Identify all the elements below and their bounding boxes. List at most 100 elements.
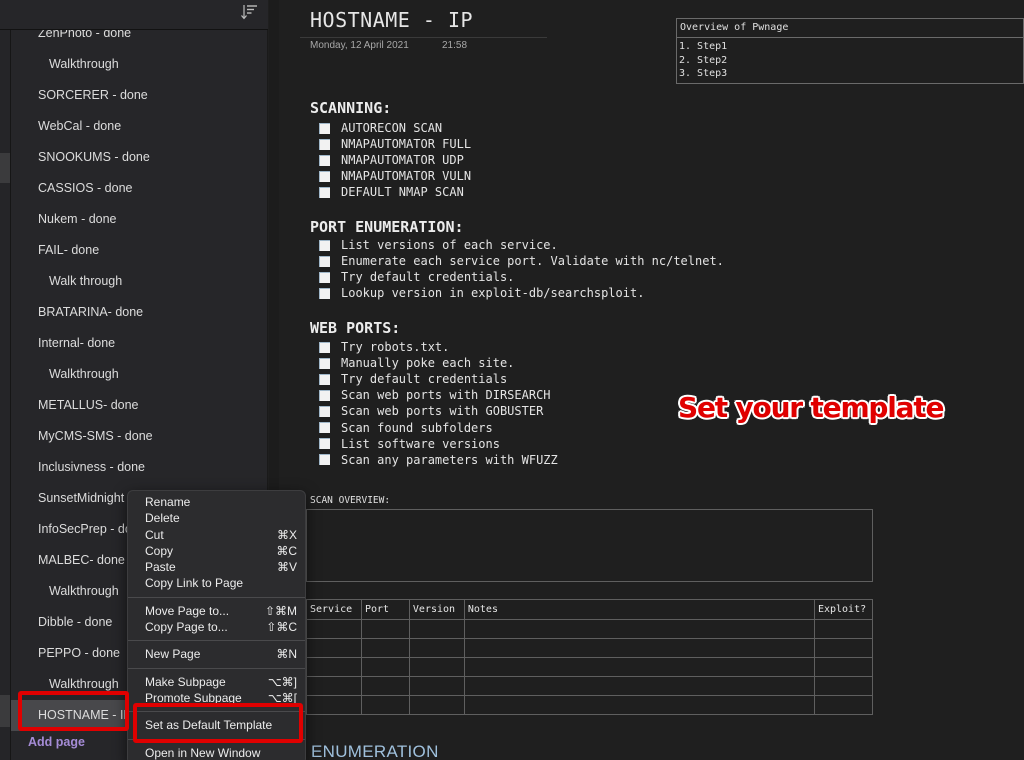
table-cell[interactable] (408, 695, 465, 715)
table-cell[interactable] (813, 695, 874, 715)
table-cell[interactable] (813, 619, 874, 639)
highlight-box-selected-page (18, 691, 129, 731)
table-cell[interactable] (306, 695, 362, 715)
menu-item-copy-link-to-page[interactable]: Copy Link to Page (128, 575, 305, 591)
sidebar-page-snookums-done[interactable]: SNOOKUMS - done (11, 142, 268, 173)
scan-overview-label: SCAN OVERVIEW: (310, 495, 391, 506)
menu-item-open-in-new-window[interactable]: Open in New Window (128, 745, 305, 760)
menu-item-rename[interactable]: Rename (128, 494, 305, 510)
checkbox[interactable] (319, 389, 330, 401)
table-cell[interactable] (813, 657, 874, 677)
checkbox[interactable] (319, 405, 330, 417)
table-cell[interactable] (360, 638, 410, 658)
menu-item-copy-page-to[interactable]: Copy Page to... ⇧⌘C (128, 619, 305, 635)
table-cell[interactable] (306, 619, 362, 639)
checklist-item-label: NMAPAUTOMATOR VULN (341, 169, 472, 184)
page-date: Monday, 12 April 2021 (310, 40, 409, 51)
checkbox[interactable] (319, 373, 330, 385)
sidebar-page-bratarina-done[interactable]: BRATARINA- done (11, 297, 268, 328)
checklist-item-label: NMAPAUTOMATOR FULL (341, 137, 472, 152)
menu-item-delete[interactable]: Delete (128, 510, 305, 526)
table-cell[interactable] (306, 676, 362, 696)
checkbox[interactable] (319, 186, 330, 198)
menu-item-make-subpage[interactable]: Make Subpage ⌥⌘] (128, 674, 305, 690)
checkbox[interactable] (319, 154, 330, 166)
highlight-box-default-template (133, 703, 303, 743)
sidebar-page-sorcerer-done[interactable]: SORCERER - done (11, 80, 268, 111)
sidebar-page-inclusivness-done[interactable]: Inclusivness - done (11, 452, 268, 483)
table-cell[interactable] (360, 657, 410, 677)
table-cell[interactable] (408, 657, 465, 677)
checkbox[interactable] (319, 170, 330, 182)
checkbox[interactable] (319, 271, 330, 283)
sidebar-page-internal-done[interactable]: Internal- done (11, 328, 268, 359)
section-heading-scanning: SCANNING: (310, 99, 392, 117)
header-service: Service (306, 599, 362, 620)
checkbox[interactable] (319, 357, 330, 369)
table-cell[interactable] (306, 657, 362, 677)
sidebar-page-walk-through[interactable]: Walk through (11, 266, 268, 297)
checkbox[interactable] (319, 122, 330, 134)
title-divider (300, 37, 547, 38)
table-cell[interactable] (463, 638, 815, 658)
sidebar-page-metallus-done[interactable]: METALLUS- done (11, 390, 268, 421)
add-page-button[interactable]: Add page (28, 735, 85, 749)
notebook-strip-selection[interactable] (0, 153, 10, 183)
checkbox[interactable] (319, 341, 330, 353)
table-cell[interactable] (408, 638, 465, 658)
sidebar-page-webcal-done[interactable]: WebCal - done (11, 111, 268, 142)
sidebar-page-fail-done[interactable]: FAIL- done (11, 235, 268, 266)
checklist-item: Scan web ports with GOBUSTER (319, 403, 558, 419)
section-heading-port-enumeration: PORT ENUMERATION: (310, 218, 464, 236)
checkbox[interactable] (319, 287, 330, 299)
overview-table[interactable]: Overview of Pwnage 1. Step1 2. Step2 3. St… (676, 18, 1024, 84)
checkbox[interactable] (319, 138, 330, 150)
checklist-item: List versions of each service. (319, 237, 724, 253)
scan-overview-box[interactable] (306, 509, 873, 582)
page-title[interactable]: HOSTNAME - IP (310, 8, 473, 32)
sidebar-page-cassios-done[interactable]: CASSIOS - done (11, 173, 268, 204)
menu-item-paste[interactable]: Paste ⌘V (128, 559, 305, 575)
menu-item-move-page-to[interactable]: Move Page to... ⇧⌘M (128, 603, 305, 619)
table-cell[interactable] (360, 676, 410, 696)
checkbox[interactable] (319, 438, 330, 450)
sidebar-page-nukem-done[interactable]: Nukem - done (11, 204, 268, 235)
table-cell[interactable] (360, 619, 410, 639)
table-cell[interactable] (306, 638, 362, 658)
menu-item-new-page[interactable]: New Page ⌘N (128, 646, 305, 662)
checkbox[interactable] (319, 454, 330, 466)
table-cell[interactable] (813, 676, 874, 696)
table-cell[interactable] (813, 638, 874, 658)
sort-icon[interactable] (239, 3, 259, 21)
sidebar-header (0, 0, 268, 30)
sidebar-page-walkthrough[interactable]: Walkthrough (11, 359, 268, 390)
checkbox[interactable] (319, 422, 330, 434)
menu-item-copy[interactable]: Copy ⌘C (128, 543, 305, 559)
service-table[interactable]: Service Port Version Notes Exploit? (306, 599, 874, 715)
table-cell[interactable] (463, 657, 815, 677)
checklist-item: Try robots.txt. (319, 339, 558, 355)
menu-item-label: Delete (145, 511, 180, 526)
menu-item-shortcut: ⌘N (276, 647, 297, 662)
table-row (306, 676, 874, 696)
checklist-item-label: List software versions (341, 436, 500, 451)
table-cell[interactable] (463, 619, 815, 639)
table-cell[interactable] (408, 676, 465, 696)
checklist-item: Manually poke each site. (319, 355, 558, 371)
table-cell[interactable] (408, 619, 465, 639)
checklist-item: List software versions (319, 436, 558, 452)
checklist-item-label: Scan found subfolders (341, 420, 493, 435)
sidebar-page-mycms-sms-done[interactable]: MyCMS-SMS - done (11, 421, 268, 452)
menu-item-shortcut: ⌘V (276, 560, 297, 575)
checklist-item: NMAPAUTOMATOR UDP (319, 152, 471, 168)
scanning-checklist: AUTORECON SCAN NMAPAUTOMATOR FULL NMAPAUTO… (319, 120, 471, 200)
menu-item-cut[interactable]: Cut ⌘X (128, 527, 305, 543)
menu-item-shortcut: ⇧⌘M (264, 603, 297, 618)
table-cell[interactable] (463, 676, 815, 696)
table-cell[interactable] (360, 695, 410, 715)
overview-step: 1. Step1 (679, 41, 728, 52)
checkbox[interactable] (319, 255, 330, 267)
checkbox[interactable] (319, 239, 330, 251)
sidebar-page-walkthrough[interactable]: Walkthrough (11, 49, 268, 80)
table-cell[interactable] (463, 695, 815, 715)
